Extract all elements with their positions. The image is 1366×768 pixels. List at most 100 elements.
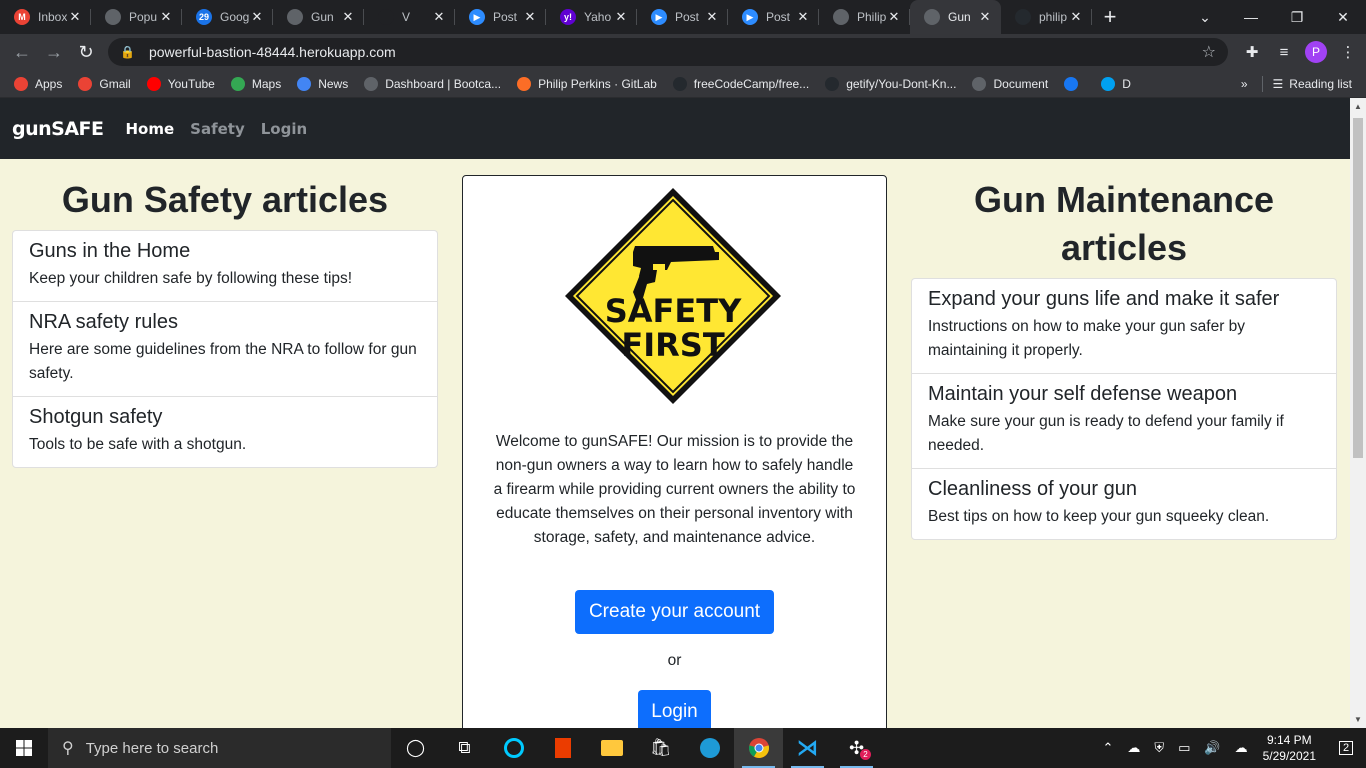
- article-list-item[interactable]: Cleanliness of your gun Best tips on how …: [912, 469, 1336, 539]
- gitlab-icon: [517, 76, 532, 91]
- article-title[interactable]: Maintain your self defense weapon: [928, 382, 1320, 406]
- back-button[interactable]: ←: [6, 36, 38, 68]
- browser-tab[interactable]: Philip ✕: [819, 0, 910, 34]
- scrollbar-thumb[interactable]: [1353, 118, 1363, 458]
- article-list-item[interactable]: Guns in the Home Keep your children safe …: [13, 231, 437, 302]
- close-tab-icon[interactable]: ✕: [977, 9, 993, 25]
- article-list-item[interactable]: Expand your guns life and make it safer I…: [912, 279, 1336, 374]
- close-tab-icon[interactable]: ✕: [613, 9, 629, 25]
- browser-tab[interactable]: philip ✕: [1001, 0, 1092, 34]
- browser-tab[interactable]: Popu ✕: [91, 0, 182, 34]
- browser-tab[interactable]: M Inbox ✕: [0, 0, 91, 34]
- show-hidden-icons-chevron[interactable]: ⌃: [1102, 740, 1113, 756]
- article-title[interactable]: Cleanliness of your gun: [928, 477, 1320, 501]
- forward-button[interactable]: →: [38, 36, 70, 68]
- close-tab-icon[interactable]: ✕: [249, 9, 265, 25]
- close-tab-icon[interactable]: ✕: [704, 9, 720, 25]
- bookmark-item[interactable]: Document: [972, 76, 1048, 91]
- bookmark-item[interactable]: Apps: [14, 76, 62, 91]
- browser-tab[interactable]: ▶ Post ✕: [455, 0, 546, 34]
- office-icon[interactable]: [538, 728, 587, 768]
- extensions-icon[interactable]: ✚: [1236, 43, 1268, 61]
- bookmark-label: getify/You-Dont-Kn...: [846, 76, 957, 91]
- chrome-icon[interactable]: [734, 728, 783, 768]
- restore-button[interactable]: ❐: [1274, 0, 1320, 34]
- task-view-icon[interactable]: ⧉: [440, 728, 489, 768]
- article-list-item[interactable]: Maintain your self defense weapon Make su…: [912, 374, 1336, 469]
- bookmark-item[interactable]: Dashboard | Bootca...: [364, 76, 501, 91]
- close-tab-icon[interactable]: ✕: [340, 9, 356, 25]
- start-button[interactable]: [0, 728, 48, 768]
- article-title[interactable]: Expand your guns life and make it safer: [928, 287, 1320, 311]
- article-list-item[interactable]: NRA safety rules Here are some guidelines…: [13, 302, 437, 397]
- onedrive-icon[interactable]: ☁: [1127, 740, 1140, 756]
- bookmark-item[interactable]: D: [1101, 76, 1131, 91]
- alexa-icon[interactable]: [489, 728, 538, 768]
- address-bar[interactable]: 🔒 powerful-bastion-48444.herokuapp.com ☆: [108, 38, 1228, 66]
- browser-tab[interactable]: ▶ Post ✕: [637, 0, 728, 34]
- reading-list-icon[interactable]: ☰: [1273, 77, 1284, 91]
- page-viewport: gunSAFE Home Safety Login Gun Safety art…: [0, 98, 1350, 728]
- article-title[interactable]: NRA safety rules: [29, 310, 421, 334]
- media-control-icon[interactable]: ≡: [1268, 44, 1300, 61]
- taskbar-search-box[interactable]: ⚲ Type here to search: [48, 728, 391, 768]
- bookmark-item[interactable]: Gmail: [78, 76, 131, 91]
- slack-icon[interactable]: ✣ 2: [832, 728, 881, 768]
- close-tab-icon[interactable]: ✕: [522, 9, 538, 25]
- bookmark-item[interactable]: News: [297, 76, 348, 91]
- bookmark-item[interactable]: getify/You-Dont-Kn...: [825, 76, 957, 91]
- bookmark-item[interactable]: YouTube: [146, 76, 215, 91]
- tab-title: Inbox: [38, 10, 67, 24]
- microsoft-store-icon[interactable]: 🛍: [636, 728, 685, 768]
- network-icon[interactable]: ☁: [1235, 740, 1248, 756]
- browser-tab[interactable]: Gun ✕: [910, 0, 1001, 34]
- browser-tab[interactable]: ▶ Post ✕: [728, 0, 819, 34]
- brand-logo[interactable]: gunSAFE: [12, 118, 104, 140]
- create-account-button[interactable]: Create your account: [575, 590, 774, 634]
- profile-avatar[interactable]: P: [1305, 41, 1327, 63]
- nav-login[interactable]: Login: [261, 120, 307, 138]
- login-button[interactable]: Login: [638, 690, 711, 728]
- new-tab-button[interactable]: +: [1092, 0, 1128, 34]
- vscode-icon[interactable]: ⋊: [783, 728, 832, 768]
- article-title[interactable]: Shotgun safety: [29, 405, 421, 429]
- bookmark-item[interactable]: [1064, 76, 1085, 91]
- system-clock[interactable]: 9:14 PM 5/29/2021: [1263, 732, 1316, 764]
- file-explorer-icon[interactable]: [587, 728, 636, 768]
- volume-icon[interactable]: 🔊: [1204, 740, 1220, 756]
- close-tab-icon[interactable]: ✕: [886, 9, 902, 25]
- article-list-item[interactable]: Shotgun safety Tools to be safe with a sh…: [13, 397, 437, 467]
- menu-kebab-icon[interactable]: ⋮: [1332, 43, 1364, 61]
- bookmark-item[interactable]: freeCodeCamp/free...: [672, 76, 809, 91]
- tab-title: Yaho: [584, 10, 612, 24]
- more-bookmarks-chevron-icon[interactable]: »: [1241, 77, 1248, 91]
- browser-tab[interactable]: y! Yaho ✕: [546, 0, 637, 34]
- nav-safety[interactable]: Safety: [190, 120, 245, 138]
- security-icon[interactable]: ⛨: [1154, 740, 1164, 756]
- bookmark-item[interactable]: Maps: [230, 76, 281, 91]
- close-window-button[interactable]: ✕: [1320, 0, 1366, 34]
- article-title[interactable]: Guns in the Home: [29, 239, 421, 263]
- close-tab-icon[interactable]: ✕: [158, 9, 174, 25]
- browser-tab[interactable]: Gun ✕: [273, 0, 364, 34]
- browser-tab[interactable]: V ✕: [364, 0, 455, 34]
- scroll-up-arrow-icon[interactable]: ▲: [1354, 102, 1362, 111]
- nav-home[interactable]: Home: [126, 120, 175, 138]
- reading-list-button[interactable]: Reading list: [1289, 77, 1352, 91]
- reload-button[interactable]: ↻: [70, 36, 102, 68]
- close-tab-icon[interactable]: ✕: [431, 9, 447, 25]
- page-scrollbar[interactable]: ▲ ▼: [1350, 98, 1366, 728]
- edge-icon[interactable]: [685, 728, 734, 768]
- browser-tab[interactable]: 29 Goog ✕: [182, 0, 273, 34]
- close-tab-icon[interactable]: ✕: [795, 9, 811, 25]
- bookmark-item[interactable]: Philip Perkins · GitLab: [517, 76, 657, 91]
- cortana-icon[interactable]: ◯: [391, 728, 440, 768]
- notification-center-icon[interactable]: 2: [1326, 741, 1366, 755]
- scroll-down-arrow-icon[interactable]: ▼: [1354, 715, 1362, 724]
- bookmark-star-icon[interactable]: ☆: [1202, 42, 1216, 62]
- close-tab-icon[interactable]: ✕: [67, 9, 83, 25]
- close-tab-icon[interactable]: ✕: [1068, 9, 1084, 25]
- battery-icon[interactable]: ▭: [1178, 740, 1190, 756]
- minimize-button[interactable]: —: [1228, 0, 1274, 34]
- tab-search-icon[interactable]: ⌄: [1182, 0, 1228, 34]
